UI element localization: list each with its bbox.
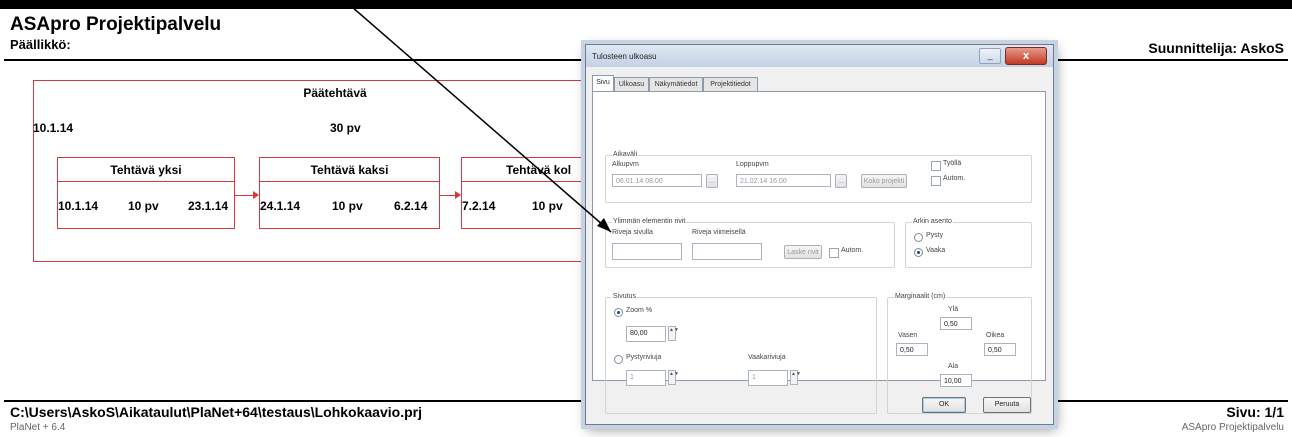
- arrowhead-icon: [597, 218, 611, 232]
- annotation-arrow: [343, 0, 612, 233]
- annotation-line: [343, 0, 612, 233]
